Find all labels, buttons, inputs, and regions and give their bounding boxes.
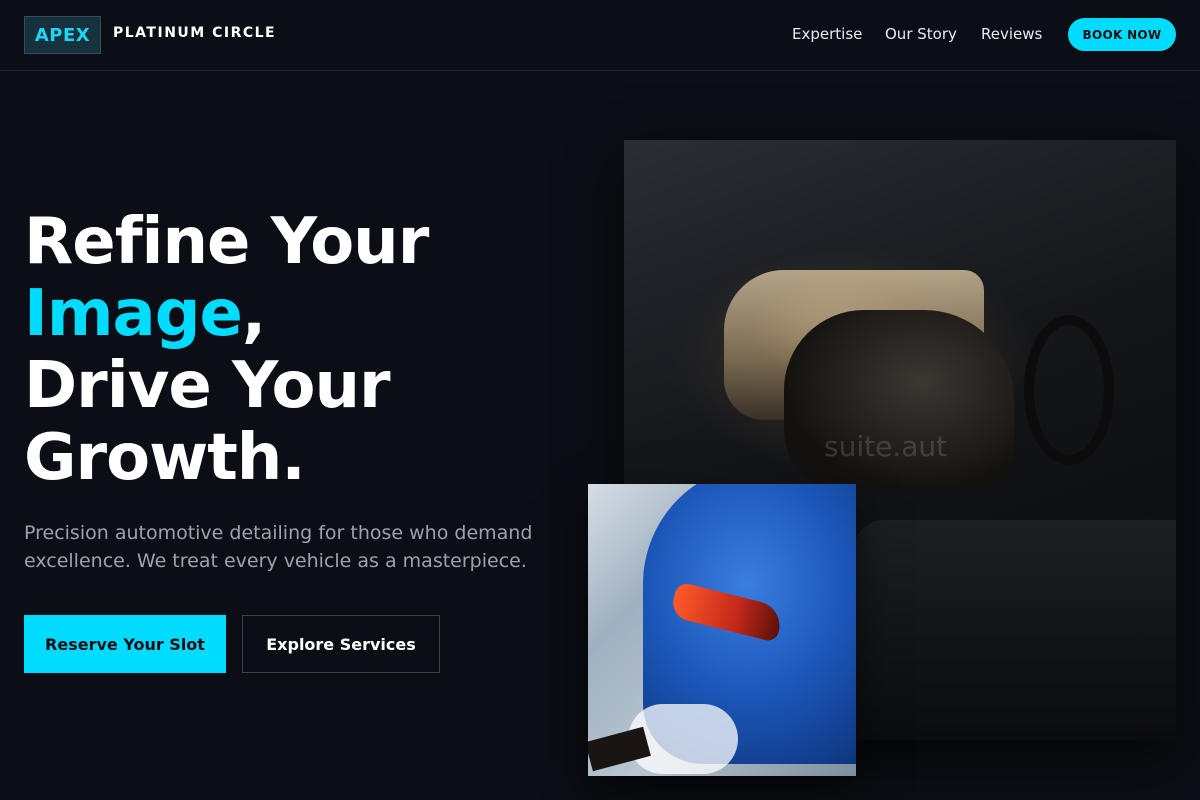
photo-watermark: suite.aut	[824, 430, 948, 463]
detailer-figure	[784, 310, 1014, 490]
brand-name: PLATINUM CIRCLE	[113, 25, 277, 41]
reserve-slot-button[interactable]: Reserve Your Slot	[24, 615, 226, 673]
headline-line-4: Growth.	[24, 421, 306, 495]
hero-headline: Refine Your Image, Drive Your Growth.	[24, 206, 584, 494]
nav-link-our-story[interactable]: Our Story	[885, 25, 957, 43]
top-navbar: APEX PLATINUM CIRCLE Expertise Our Story…	[0, 0, 1200, 71]
steering-wheel	[1024, 315, 1114, 465]
headline-line-1: Refine Your	[24, 205, 429, 279]
headline-comma: ,	[241, 277, 266, 351]
book-now-button[interactable]: BOOK NOW	[1068, 18, 1176, 51]
hero-subtext: Precision automotive detailing for those…	[24, 522, 533, 572]
car-dashboard	[854, 520, 1176, 740]
headline-line-3: Drive Your	[24, 349, 391, 423]
nav-link-expertise[interactable]: Expertise	[792, 25, 862, 43]
logo[interactable]: APEX	[24, 16, 101, 54]
headline-accent-word: Image	[24, 277, 243, 351]
car-wash-photo	[588, 484, 856, 776]
nav-link-reviews[interactable]: Reviews	[981, 25, 1042, 43]
explore-services-button[interactable]: Explore Services	[242, 615, 440, 673]
